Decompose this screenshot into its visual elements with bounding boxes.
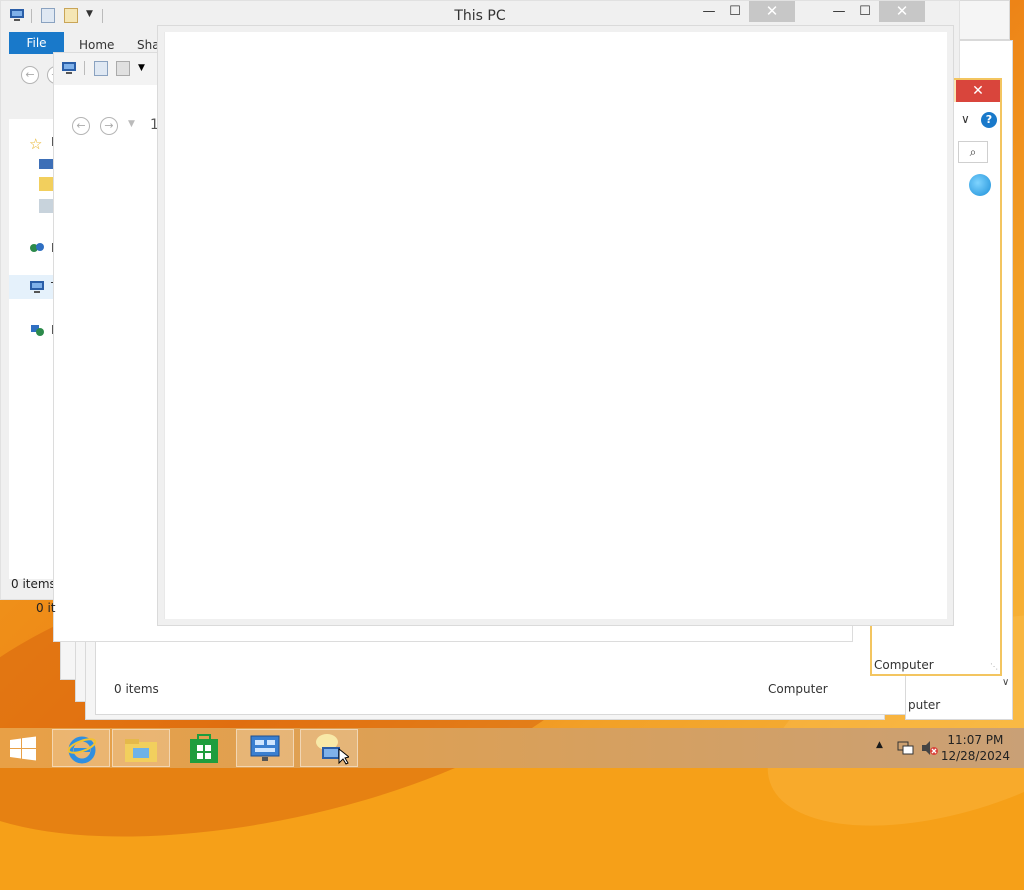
minimize-button[interactable]: —	[697, 1, 721, 22]
show-hidden-icons[interactable]: ▲	[876, 740, 883, 780]
search-icon[interactable]: ⌕	[958, 141, 988, 163]
minimize-button[interactable]: —	[827, 1, 851, 22]
back-icon[interactable]: ←	[72, 117, 90, 135]
server-manager-icon	[249, 734, 283, 767]
maximize-button[interactable]: ☐	[853, 1, 877, 22]
network-icon[interactable]	[29, 323, 45, 337]
status-computer: puter	[908, 698, 941, 712]
taskbar: ▲ 11:07 PM 12/28/2024	[0, 728, 1024, 768]
status-bar-text: 0 it	[36, 601, 56, 615]
tab-file[interactable]: File	[9, 32, 64, 54]
network-computer-icon	[313, 733, 351, 768]
clock-date: 12/28/2024	[940, 749, 1010, 763]
window-title: This PC	[454, 8, 506, 24]
forward-icon[interactable]: →	[100, 117, 118, 135]
start-windows-icon[interactable]	[8, 736, 38, 762]
favorites-star-icon[interactable]: ☆	[29, 135, 45, 153]
network-icon[interactable]	[897, 740, 915, 780]
close-button[interactable]: ✕	[879, 1, 925, 22]
clock-time: 11:07 PM	[947, 733, 1004, 747]
globe-icon[interactable]	[969, 174, 991, 196]
taskbar-internet-explorer[interactable]	[52, 729, 110, 767]
close-button[interactable]: ✕	[749, 1, 795, 22]
recent-locations-icon[interactable]: ▼	[128, 119, 135, 129]
internet-explorer-icon	[66, 734, 98, 767]
help-icon[interactable]: ?	[981, 112, 997, 128]
taskbar-server-manager[interactable]	[236, 729, 294, 767]
store-icon	[189, 734, 219, 767]
status-computer: Computer	[874, 658, 934, 672]
taskbar-store[interactable]	[176, 729, 234, 767]
blank-dialog-window	[157, 25, 954, 626]
taskbar-file-explorer[interactable]	[112, 729, 170, 767]
computer-icon	[29, 280, 45, 294]
ribbon-expand-icon[interactable]: ∨	[961, 112, 970, 126]
file-explorer-icon	[124, 736, 158, 767]
dialog-content	[164, 32, 947, 619]
properties-icon[interactable]	[94, 61, 108, 76]
taskbar-network-explorer[interactable]	[300, 729, 358, 767]
status-bar-text: 0 items	[11, 577, 56, 591]
volume-muted-icon[interactable]	[921, 740, 939, 780]
computer-icon[interactable]	[61, 61, 77, 78]
maximize-button[interactable]: ☐	[723, 1, 747, 22]
back-icon[interactable]: ←	[21, 66, 39, 84]
resize-grip-icon[interactable]: ⋱	[990, 662, 998, 671]
status-items: 0 items	[114, 682, 159, 696]
new-folder-icon[interactable]	[116, 61, 130, 76]
background-window-titlebar	[955, 0, 1010, 40]
status-computer: Computer	[768, 682, 828, 696]
close-button[interactable]: ✕	[956, 80, 1000, 102]
tab-home[interactable]: Home	[79, 32, 114, 54]
customize-toolbar-icon[interactable]: ▼	[138, 63, 145, 73]
separator	[84, 61, 85, 75]
clock[interactable]: 11:07 PM 12/28/2024	[941, 732, 1010, 764]
scroll-down-arrow[interactable]: ∨	[1002, 677, 1009, 688]
homegroup-icon[interactable]	[29, 241, 45, 255]
